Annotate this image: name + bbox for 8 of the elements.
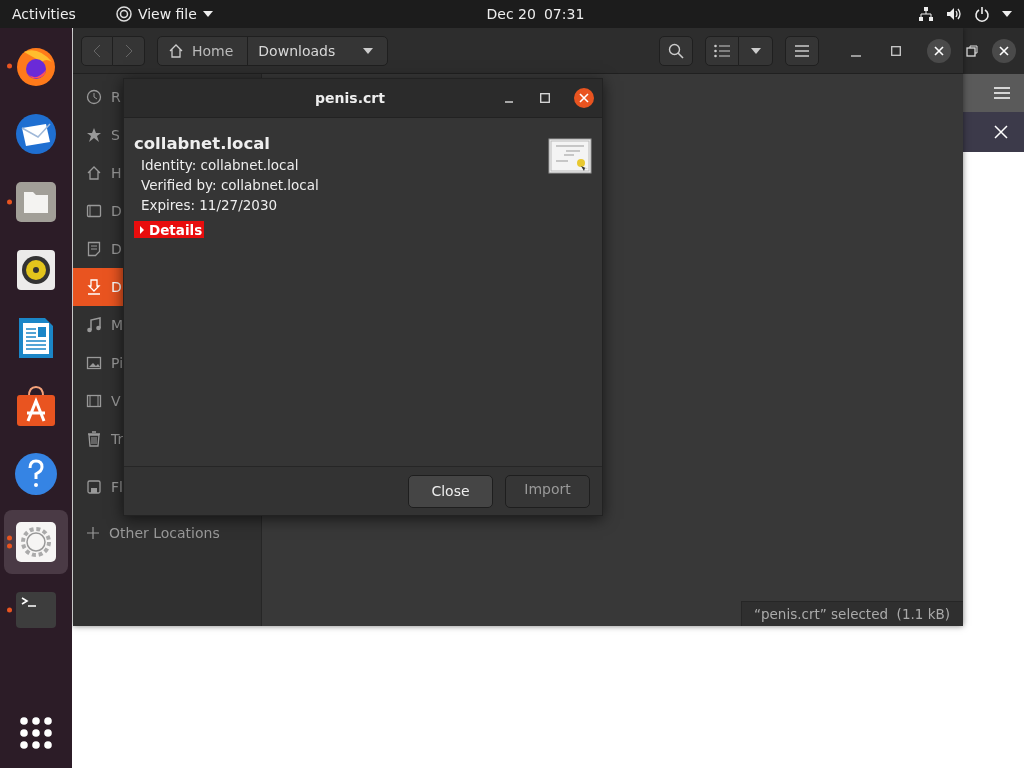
status-text: “penis.crt” selected (1.1 kB) — [741, 601, 963, 626]
dialog-title: penis.crt — [314, 90, 386, 106]
date-text: Dec 20 — [486, 6, 536, 22]
certificate-detail: Verified by: collabnet.local — [140, 176, 320, 195]
time-text: 07:31 — [543, 6, 585, 22]
certificate-name: collabnet.local — [134, 134, 272, 153]
certificate-detail: Identity: collabnet.local — [140, 156, 300, 175]
certificate-detail: Expires: 11/27/2030 — [140, 196, 279, 215]
